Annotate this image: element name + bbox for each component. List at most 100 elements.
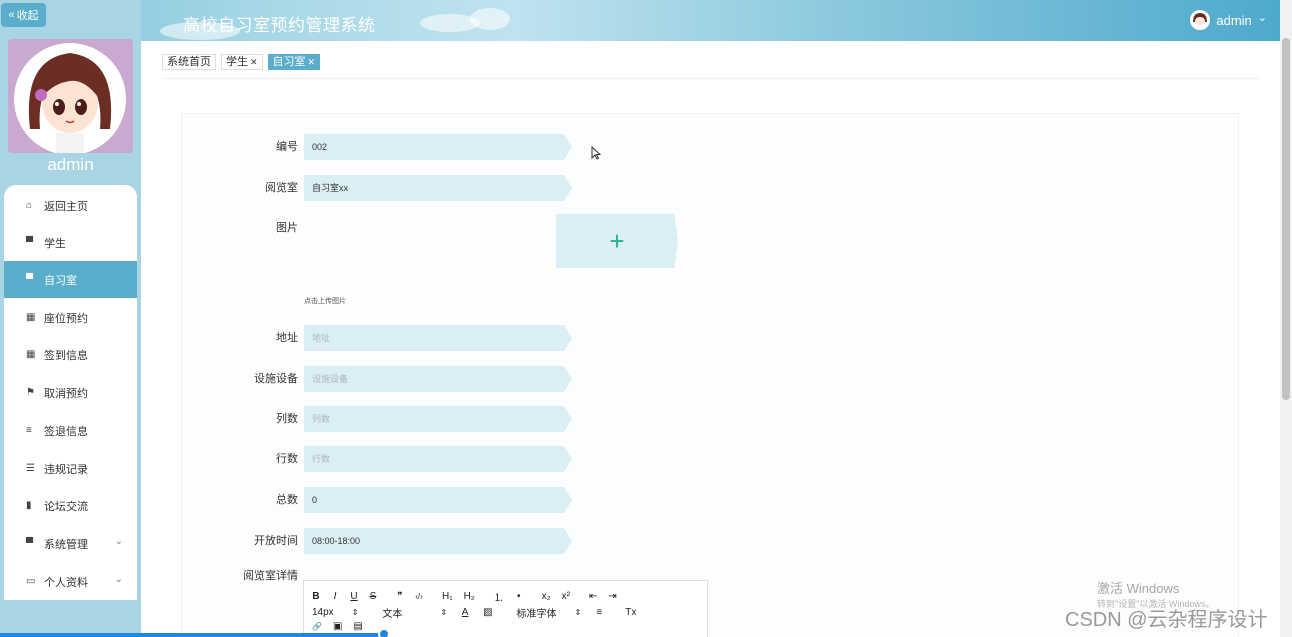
sidebar-item-home[interactable]: ⌂ 返回主页 <box>4 187 137 224</box>
form-row-address: 地址 地址 <box>182 325 782 351</box>
avatar <box>8 39 133 153</box>
sidebar: « 收起 admin ⌂ 返回主页 ▀ 学生 ▀ 自习室 ▦ 座位预约 ▦ 签到… <box>0 0 141 637</box>
form-row-code: 编号 002 <box>182 134 782 160</box>
divider <box>162 78 1260 79</box>
clear-format-icon[interactable]: Tx <box>625 607 636 618</box>
background-color-icon[interactable]: ▨ <box>483 607 492 618</box>
flag-icon: ⚑ <box>26 387 35 398</box>
user-menu[interactable]: admin ⌄ <box>1190 10 1267 30</box>
image-icon[interactable]: ▣ <box>333 621 342 632</box>
updown-icon: ⇕ <box>440 608 448 617</box>
bullet-list-icon[interactable]: • <box>515 591 523 602</box>
collapse-label: 收起 <box>16 10 39 22</box>
progress-handle[interactable] <box>378 628 390 637</box>
rich-text-editor[interactable]: B I U S ❞ ‹/› H₁ H₂ ⒈ • x₂ x² ⇤ ⇥ 14px ⇕… <box>303 580 708 637</box>
strike-icon[interactable]: S <box>369 591 377 602</box>
ordered-list-icon[interactable]: ⒈ <box>494 589 504 604</box>
home-icon: ⌂ <box>26 200 33 211</box>
chevron-down-icon: ⌄ <box>114 574 123 585</box>
close-icon[interactable]: ✕ <box>308 55 316 69</box>
font-size-select[interactable]: 14px ⇕ <box>312 607 358 618</box>
field-label: 阅览室详情 <box>243 570 298 582</box>
chevron-down-icon: ⌄ <box>1257 11 1267 24</box>
outdent-icon[interactable]: ⇤ <box>589 591 597 602</box>
form-row-facilities: 设施设备 设施设备 <box>182 366 782 392</box>
editor-toolbar-row: 14px ⇕ 文本 ⇕ A ▨ 标准字体 ⇕ ≡ Tx <box>312 605 636 620</box>
field-label: 编号 <box>276 141 298 153</box>
subscript-icon[interactable]: x₂ <box>542 591 551 602</box>
updown-icon: ⇕ <box>574 608 582 617</box>
mouse-cursor-icon <box>591 145 602 163</box>
field-label: 阅览室 <box>265 182 298 194</box>
sidebar-item-label: 个人资料 <box>44 576 88 589</box>
room-input[interactable]: 自习室xx <box>304 175 572 201</box>
image-upload-button[interactable]: + <box>556 214 678 268</box>
underline-icon[interactable]: U <box>350 591 358 602</box>
sidebar-item-system[interactable]: ▀ 系统管理 ⌄ <box>4 525 137 562</box>
total-input[interactable]: 0 <box>304 487 572 513</box>
superscript-icon[interactable]: x² <box>562 591 570 602</box>
text-style-select[interactable]: 文本 ⇕ <box>382 605 447 620</box>
field-label: 开放时间 <box>254 535 298 547</box>
tab-bar: 系统首页 学生 ✕ 自习室 ✕ <box>162 54 321 70</box>
scrollbar-thumb[interactable] <box>1282 38 1290 400</box>
app-title: 高校自习室预约管理系统 <box>183 16 376 35</box>
font-color-icon[interactable]: A <box>461 607 469 618</box>
tab-study-room[interactable]: 自习室 ✕ <box>267 54 321 70</box>
cols-input[interactable]: 列数 <box>304 406 572 432</box>
field-label: 总数 <box>276 494 298 506</box>
select-value: 14px <box>312 607 334 618</box>
video-icon[interactable]: ▤ <box>353 621 362 632</box>
sidebar-item-checkin[interactable]: ▦ 签到信息 <box>4 336 137 373</box>
tab-student[interactable]: 学生 ✕ <box>221 54 263 70</box>
sidebar-item-label: 签到信息 <box>44 349 88 362</box>
form-row-room: 阅览室 自习室xx <box>182 175 782 201</box>
hours-input[interactable]: 08:00-18:00 <box>304 528 572 554</box>
address-input[interactable]: 地址 <box>304 325 572 351</box>
sidebar-item-seat-booking[interactable]: ▦ 座位预约 <box>4 299 137 336</box>
sliders-icon: ☰ <box>26 463 35 474</box>
sidebar-item-label: 签退信息 <box>44 425 88 438</box>
italic-icon[interactable]: I <box>331 591 339 602</box>
heading1-icon[interactable]: H₁ <box>442 591 453 602</box>
csdn-watermark: CSDN @云杂程序设计 <box>1065 609 1268 631</box>
system-icon: ▀ <box>26 538 34 549</box>
video-progress-bar[interactable] <box>0 633 385 637</box>
sidebar-item-label: 自习室 <box>44 274 77 287</box>
grid-icon: ▦ <box>26 349 36 360</box>
sidebar-item-study-room[interactable]: ▀ 自习室 <box>4 261 137 298</box>
sidebar-item-profile[interactable]: ▭ 个人资料 ⌄ <box>4 563 137 600</box>
heading2-icon[interactable]: H₂ <box>464 591 475 602</box>
cloud-decoration <box>470 8 510 30</box>
collapse-button[interactable]: « 收起 <box>1 3 46 27</box>
font-family-select[interactable]: 标准字体 ⇕ <box>517 605 582 620</box>
bold-icon[interactable]: B <box>312 591 320 602</box>
close-icon[interactable]: ✕ <box>250 55 258 69</box>
link-icon[interactable]: 🔗 <box>312 622 322 631</box>
tab-home[interactable]: 系统首页 <box>162 54 216 70</box>
quote-icon[interactable]: ❞ <box>396 591 404 602</box>
facilities-input[interactable]: 设施设备 <box>304 366 572 392</box>
user-avatar <box>1190 10 1211 30</box>
form-row-image: 图片 <box>182 215 782 241</box>
sidebar-item-student[interactable]: ▀ 学生 <box>4 224 137 261</box>
rows-input[interactable]: 行数 <box>304 446 572 472</box>
sidebar-item-checkout[interactable]: ≡ 签退信息 <box>4 412 137 449</box>
code-input[interactable]: 002 <box>304 134 572 160</box>
chevron-down-icon: ⌄ <box>114 536 123 547</box>
list-icon: ≡ <box>26 425 32 436</box>
room-icon: ▀ <box>26 274 34 285</box>
page-scrollbar[interactable] <box>1280 0 1292 637</box>
user-name: admin <box>1216 12 1252 28</box>
indent-icon[interactable]: ⇥ <box>608 591 616 602</box>
sidebar-item-violations[interactable]: ☰ 违规记录 <box>4 450 137 487</box>
form-row-rows: 行数 行数 <box>182 446 782 472</box>
sidebar-item-forum[interactable]: ▮ 论坛交流 <box>4 487 137 524</box>
sidebar-item-label: 违规记录 <box>44 463 88 476</box>
align-icon[interactable]: ≡ <box>595 607 603 618</box>
code-icon[interactable]: ‹/› <box>415 592 423 601</box>
upload-hint: 点击上传图片 <box>304 298 346 305</box>
sidebar-item-cancel-booking[interactable]: ⚑ 取消预约 <box>4 374 137 411</box>
updown-icon: ⇕ <box>351 608 359 617</box>
sidebar-menu: ⌂ 返回主页 ▀ 学生 ▀ 自习室 ▦ 座位预约 ▦ 签到信息 ⚑ 取消预约 ≡… <box>4 185 137 600</box>
